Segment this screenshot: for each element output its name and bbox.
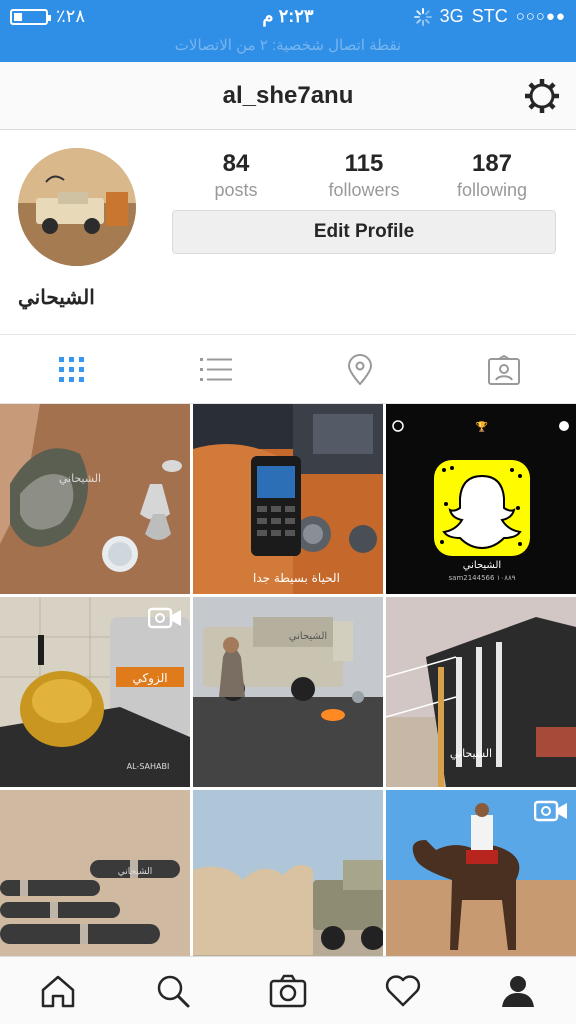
grid-icon [59,356,84,382]
photo-camel-and-truck [193,790,383,956]
posts-label: posts [214,180,258,200]
posts-count: 84 [222,150,250,177]
posts-stat[interactable]: 84 posts [172,150,300,201]
network-type: 3G [439,6,464,26]
location-pin-icon [347,353,373,385]
heart-icon [386,974,421,1006]
grid-photo[interactable]: الشيحاني [0,790,190,956]
grid-photo[interactable]: الشيحاني [193,597,383,787]
nav-activity[interactable] [346,957,461,1024]
profile-header: al_she7anu [0,62,576,130]
network-status: 3G STC ○○○●● [413,6,566,27]
tile-7-caption: الشيحاني [118,867,153,877]
video-camera-icon [148,607,181,629]
photo-phone-on-dashboard: الحياة بسيطة جدا [193,404,383,594]
signal-strength: ○○○●● [515,8,566,25]
grid-video[interactable]: الزوكي AL-SAHABI [0,597,190,787]
following-label: following [456,180,528,200]
display-name: الشيحاني [18,287,95,309]
tile-5-caption: الشيحاني [289,631,327,642]
photo-desert-tent: الشيحاني [386,597,576,787]
photo-grid: الشيحاني الحياة بسيطة جدا 🏆 الشيحاني sam… [0,404,576,956]
carrier-name: STC [471,6,508,26]
profile-section: 84 posts 115 followers 187 following Edi… [0,130,576,335]
tile-3-code: sam2144566 ١٠٨٨٩ [449,574,516,582]
grid-photo[interactable]: 🏆 الشيحاني sam2144566 ١٠٨٨٩ [386,404,576,594]
photo-man-by-truck-campfire: الشيحاني [193,597,383,787]
tab-grid[interactable] [0,336,144,403]
nav-profile[interactable] [461,957,576,1024]
following-stat[interactable]: 187 following [428,150,556,201]
tab-list[interactable] [144,336,288,403]
grid-photo[interactable] [193,790,383,956]
photo-rolled-rugs-on-sand: الشيحاني [0,790,190,956]
grid-video[interactable] [386,790,576,956]
edit-profile-button[interactable]: Edit Profile [172,210,556,254]
tagged-photos-icon [488,354,520,385]
photo-snapcode-screenshot: 🏆 الشيحاني sam2144566 ١٠٨٨٩ [386,404,576,594]
tile-1-caption: الشيحاني [59,472,101,485]
profile-stats: 84 posts 115 followers 187 following [172,150,556,201]
home-icon [41,975,74,1007]
search-icon [157,975,190,1007]
grid-photo[interactable]: الشيحاني [386,597,576,787]
profile-tabs [0,336,576,404]
camera-icon [269,974,307,1007]
loading-spinner-icon [413,7,432,26]
tile-6-caption: الشيحاني [450,747,492,760]
svg-text:🏆: 🏆 [476,420,489,433]
nav-home[interactable] [0,957,115,1024]
tab-location[interactable] [288,336,432,403]
tile-2-caption: الحياة بسيطة جدا [253,571,340,585]
tile-3-caption: الشيحاني [463,560,501,571]
avatar[interactable] [18,148,136,266]
bottom-tab-bar [0,956,576,1024]
list-icon [200,357,232,381]
grid-photo[interactable]: الحياة بسيطة جدا [193,404,383,594]
hotspot-notice[interactable]: نقطة اتصال شخصية: ٢ من الاتصالات [0,36,576,54]
followers-count: 115 [344,150,384,177]
followers-label: followers [328,180,400,200]
gear-icon[interactable] [522,76,562,116]
followers-stat[interactable]: 115 followers [300,150,428,201]
avatar-photo [18,148,136,266]
status-bar: ٪٢٨ ٢:٢٣ م 3G STC ○○○●● نقطة اتصال شخصية… [0,0,576,62]
tile-4-brand: الزوكي [132,671,167,686]
profile-icon [502,975,535,1007]
grid-photo[interactable]: الشيحاني [0,404,190,594]
username-title: al_she7anu [222,82,354,109]
nav-camera[interactable] [230,957,345,1024]
following-count: 187 [471,150,513,177]
nav-search[interactable] [115,957,230,1024]
photo-coffee-pots-on-rocks: الشيحاني [0,404,190,594]
video-camera-icon [534,800,567,822]
tab-tagged[interactable] [432,336,576,403]
tile-4-caption: AL-SAHABI [127,762,170,771]
